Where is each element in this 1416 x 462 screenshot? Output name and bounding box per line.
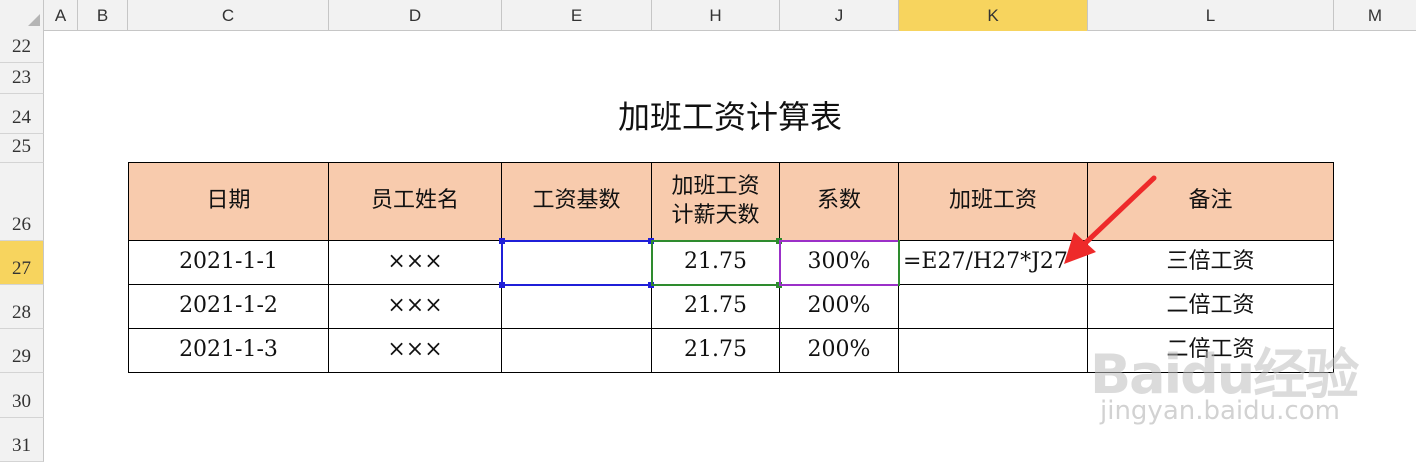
row-header-25[interactable]: 25 — [0, 134, 44, 163]
ref-handle-e27-bl[interactable] — [499, 282, 505, 288]
column-header-k[interactable]: K — [899, 0, 1088, 31]
cell-name[interactable]: ××× — [329, 241, 502, 285]
row-header-22[interactable]: 22 — [0, 31, 44, 63]
header-coef-label: 系数 — [816, 188, 861, 214]
column-header-a[interactable]: A — [44, 0, 78, 31]
cell-pay[interactable] — [899, 285, 1088, 329]
cell-base[interactable] — [502, 329, 652, 373]
ref-box-h27 — [651, 240, 781, 286]
ref-box-j27 — [779, 240, 900, 286]
header-name-label: 员工姓名 — [370, 188, 459, 214]
header-name[interactable]: 员工姓名 — [329, 163, 502, 241]
row-header-31[interactable]: 31 — [0, 418, 44, 462]
column-header-l[interactable]: L — [1088, 0, 1334, 31]
header-days-line2: 计薪天数 — [671, 202, 760, 228]
column-header-c[interactable]: C — [128, 0, 329, 31]
cell-days[interactable]: 21.75 — [652, 329, 780, 373]
row-header-27[interactable]: 27 — [0, 241, 44, 285]
header-date[interactable]: 日期 — [129, 163, 329, 241]
row-header-29[interactable]: 29 — [0, 329, 44, 373]
active-cell-edge — [898, 240, 900, 286]
row-header-26[interactable]: 26 — [0, 163, 44, 241]
column-header-m[interactable]: M — [1334, 0, 1416, 31]
header-date-label: 日期 — [206, 188, 251, 214]
sheet-title: 加班工资计算表 — [617, 98, 842, 136]
cell-days[interactable]: 21.75 — [652, 285, 780, 329]
baidu-watermark-url: jingyan.baidu.com — [1100, 396, 1340, 426]
cell-pay[interactable] — [899, 329, 1088, 373]
cell-date[interactable]: 2021-1-3 — [129, 329, 329, 373]
column-header-d[interactable]: D — [329, 0, 502, 31]
row-header-24[interactable]: 24 — [0, 94, 44, 134]
header-base-label: 工资基数 — [532, 188, 621, 214]
cell-name[interactable]: ××× — [329, 329, 502, 373]
column-header-b[interactable]: B — [78, 0, 128, 31]
cell-coef[interactable]: 200% — [780, 329, 899, 373]
cell-date[interactable]: 2021-1-1 — [129, 241, 329, 285]
cell-note[interactable]: 二倍工资 — [1088, 285, 1334, 329]
cell-coef[interactable]: 200% — [780, 285, 899, 329]
ref-box-e27 — [501, 240, 653, 286]
header-coef[interactable]: 系数 — [780, 163, 899, 241]
cell-name[interactable]: ××× — [329, 285, 502, 329]
row-header-28[interactable]: 28 — [0, 285, 44, 329]
cell-date[interactable]: 2021-1-2 — [129, 285, 329, 329]
header-days[interactable]: 加班工资 计薪天数 — [652, 163, 780, 241]
select-all-triangle-icon — [28, 14, 40, 26]
header-base[interactable]: 工资基数 — [502, 163, 652, 241]
header-days-line1: 加班工资 — [671, 173, 760, 199]
red-arrow-icon — [1064, 175, 1157, 264]
column-header-h[interactable]: H — [652, 0, 780, 31]
row-header-23[interactable]: 23 — [0, 63, 44, 94]
cell-base[interactable] — [502, 285, 652, 329]
column-header-j[interactable]: J — [780, 0, 899, 31]
header-pay-label: 加班工资 — [948, 188, 1037, 214]
column-header-e[interactable]: E — [502, 0, 652, 31]
ref-handle-e27-tl[interactable] — [499, 238, 505, 244]
header-note-label: 备注 — [1188, 188, 1233, 214]
row-header-30[interactable]: 30 — [0, 373, 44, 418]
